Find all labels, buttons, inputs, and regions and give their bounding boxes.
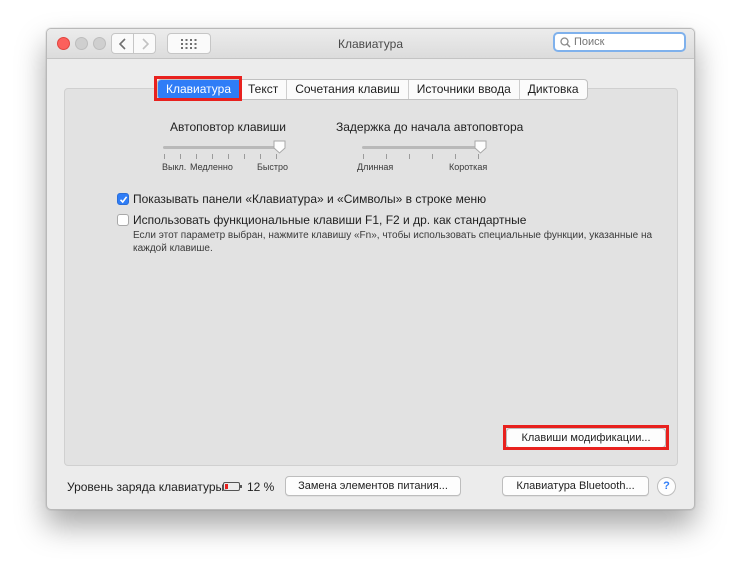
- function-keys-note: Если этот параметр выбран, нажмите клави…: [133, 230, 653, 254]
- highlight-modifier-button: [503, 425, 669, 450]
- checkmark-icon: [119, 195, 127, 203]
- key-repeat-label: Автоповтор клавиши: [170, 120, 286, 134]
- tick: [212, 154, 213, 159]
- search-input[interactable]: [574, 36, 674, 48]
- key-repeat-scale-off: Выкл.: [162, 162, 187, 172]
- tick: [363, 154, 364, 159]
- repeat-delay-scale-long: Длинная: [357, 162, 394, 172]
- content-panel: [64, 88, 678, 466]
- tick: [180, 154, 181, 159]
- search-icon: [560, 36, 571, 47]
- show-panels-checkbox[interactable]: [117, 193, 129, 205]
- battery-icon: [223, 482, 242, 491]
- tick: [244, 154, 245, 159]
- show-panels-label: Показывать панели «Клавиатура» и «Символ…: [133, 192, 487, 206]
- tab-dictation[interactable]: Диктовка: [518, 80, 587, 99]
- tick: [409, 154, 410, 159]
- highlight-keyboard-tab: [154, 76, 242, 101]
- battery-fill: [225, 484, 228, 489]
- tick: [164, 154, 165, 159]
- repeat-delay-slider-knob[interactable]: [474, 140, 487, 154]
- tick: [386, 154, 387, 159]
- tick: [260, 154, 261, 159]
- tick: [432, 154, 433, 159]
- title-bar: Клавиатура: [47, 29, 694, 59]
- replace-batteries-button[interactable]: Замена элементов питания...: [285, 476, 461, 496]
- function-keys-label: Использовать функциональные клавиши F1, …: [133, 213, 527, 227]
- function-keys-checkbox[interactable]: [117, 214, 129, 226]
- tick: [478, 154, 479, 159]
- repeat-delay-scale-short: Короткая: [449, 162, 488, 172]
- key-repeat-slider-knob[interactable]: [273, 140, 286, 154]
- battery-level-label: Уровень заряда клавиатуры:: [67, 480, 228, 494]
- key-repeat-track[interactable]: [163, 146, 279, 149]
- tab-input-sources[interactable]: Источники ввода: [407, 80, 519, 99]
- tick: [276, 154, 277, 159]
- key-repeat-scale-fast: Быстро: [257, 162, 289, 172]
- tick: [196, 154, 197, 159]
- battery-percent: 12 %: [247, 480, 275, 494]
- key-repeat-scale-slow: Медленно: [190, 162, 233, 172]
- tick: [455, 154, 456, 159]
- battery-nub: [240, 485, 242, 488]
- repeat-delay-label: Задержка до начала автоповтора: [336, 120, 524, 134]
- tick: [228, 154, 229, 159]
- tab-shortcuts[interactable]: Сочетания клавиш: [286, 80, 408, 99]
- preferences-window: Клавиатура Клавиатура Текст Сочетания кл…: [46, 28, 695, 510]
- tab-text[interactable]: Текст: [239, 80, 286, 99]
- help-button[interactable]: ?: [657, 477, 676, 496]
- repeat-delay-track[interactable]: [362, 146, 480, 149]
- bluetooth-keyboard-button[interactable]: Клавиатура Bluetooth...: [502, 476, 649, 496]
- search-field[interactable]: [553, 32, 686, 52]
